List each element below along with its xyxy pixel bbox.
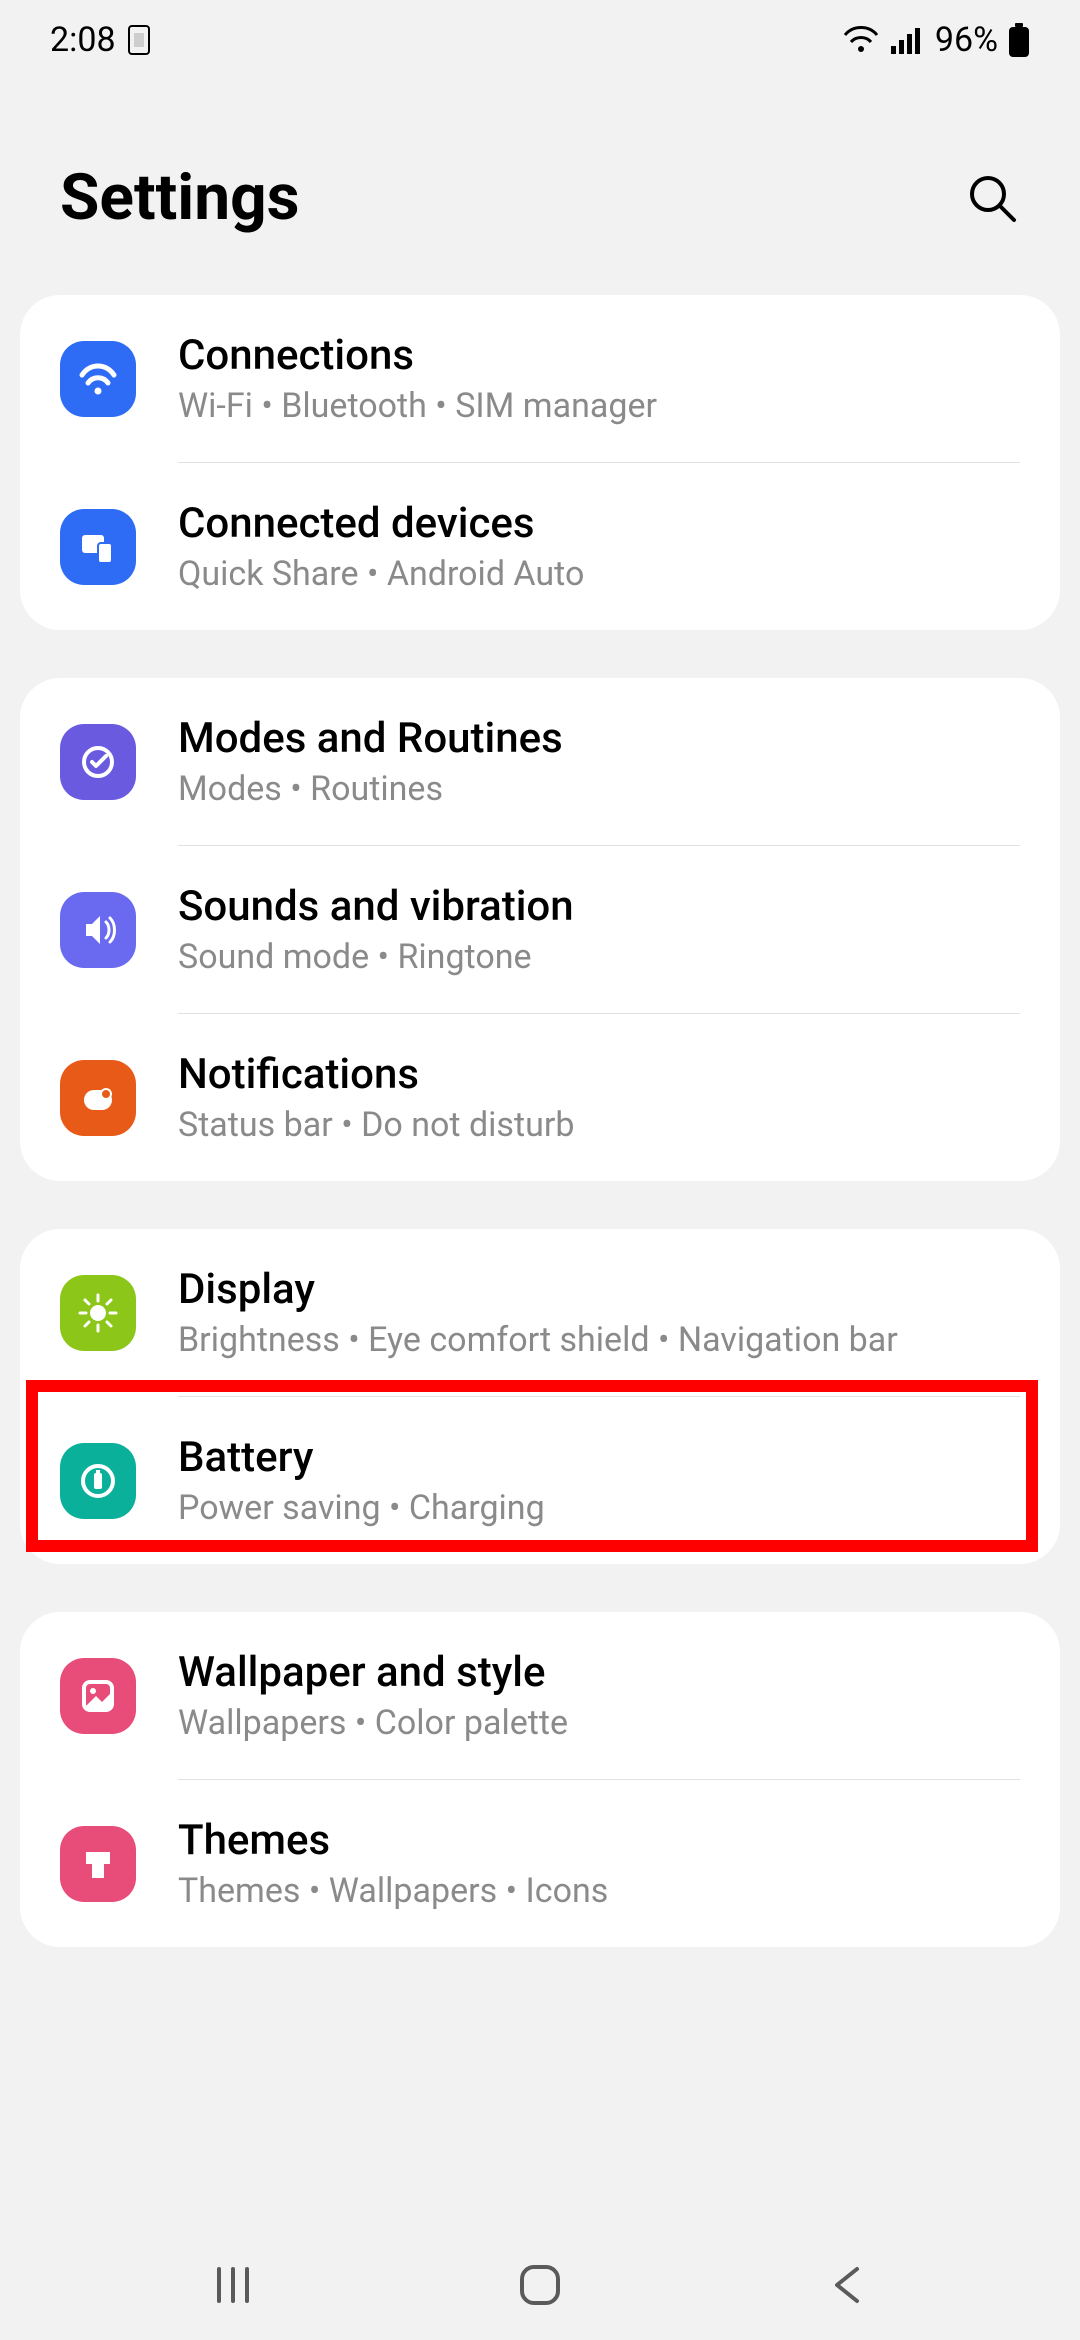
settings-item-subtitle: Themes • Wallpapers • Icons (178, 1871, 1020, 1911)
settings-item-title: Themes (178, 1816, 1020, 1865)
settings-item-battery[interactable]: Battery Power saving • Charging (20, 1397, 1060, 1564)
page-title: Settings (60, 160, 300, 235)
settings-group: Modes and Routines Modes • Routines Sounds… (20, 678, 1060, 1181)
search-button[interactable] (964, 170, 1020, 226)
recents-button[interactable] (203, 2255, 263, 2315)
settings-group: Display Brightness • Eye comfort shield •… (20, 1229, 1060, 1564)
settings-item-connected-devices[interactable]: Connected devices Quick Share • Android A… (20, 463, 1060, 630)
status-time: 2:08 (50, 20, 116, 60)
settings-item-notifications[interactable]: Notifications Status bar • Do not disturb (20, 1014, 1060, 1181)
settings-item-subtitle: Wi-Fi • Bluetooth • SIM manager (178, 386, 1020, 426)
home-button[interactable] (510, 2255, 570, 2315)
settings-item-connections[interactable]: Connections Wi-Fi • Bluetooth • SIM manag… (20, 295, 1060, 462)
notifications-icon (60, 1060, 136, 1136)
settings-item-wallpaper-style[interactable]: Wallpaper and style Wallpapers • Color pa… (20, 1612, 1060, 1779)
settings-item-title: Connections (178, 331, 1020, 380)
system-navbar (0, 2230, 1080, 2340)
connections-icon (60, 341, 136, 417)
settings-group: Wallpaper and style Wallpapers • Color pa… (20, 1612, 1060, 1947)
sounds-vibration-icon (60, 892, 136, 968)
search-icon (966, 172, 1018, 224)
themes-icon (60, 1826, 136, 1902)
connected-devices-icon (60, 509, 136, 585)
wallpaper-style-icon (60, 1658, 136, 1734)
display-icon (60, 1275, 136, 1351)
status-bar: 2:08 96% (0, 0, 1080, 80)
battery-icon (1008, 23, 1030, 57)
back-button[interactable] (817, 2255, 877, 2315)
settings-item-subtitle: Power saving • Charging (178, 1488, 1020, 1528)
settings-item-sounds-vibration[interactable]: Sounds and vibration Sound mode • Rington… (20, 846, 1060, 1013)
modes-routines-icon (60, 724, 136, 800)
settings-item-subtitle: Brightness • Eye comfort shield • Naviga… (178, 1320, 1020, 1360)
home-icon (516, 2261, 564, 2309)
settings-item-modes-routines[interactable]: Modes and Routines Modes • Routines (20, 678, 1060, 845)
sim-icon (128, 25, 150, 55)
settings-item-themes[interactable]: Themes Themes • Wallpapers • Icons (20, 1780, 1060, 1947)
settings-item-title: Notifications (178, 1050, 1020, 1099)
wifi-icon (841, 25, 881, 55)
settings-group: Connections Wi-Fi • Bluetooth • SIM manag… (20, 295, 1060, 630)
page-header: Settings (0, 80, 1080, 295)
settings-item-title: Sounds and vibration (178, 882, 1020, 931)
settings-item-title: Battery (178, 1433, 1020, 1482)
settings-item-subtitle: Wallpapers • Color palette (178, 1703, 1020, 1743)
recents-icon (211, 2263, 255, 2307)
signal-icon (891, 26, 925, 54)
battery-pct: 96% (935, 20, 998, 60)
settings-item-title: Wallpaper and style (178, 1648, 1020, 1697)
settings-item-title: Display (178, 1265, 1020, 1314)
battery-icon (60, 1443, 136, 1519)
settings-item-subtitle: Status bar • Do not disturb (178, 1105, 1020, 1145)
back-icon (827, 2263, 867, 2307)
settings-item-subtitle: Quick Share • Android Auto (178, 554, 1020, 594)
settings-item-title: Modes and Routines (178, 714, 1020, 763)
settings-item-display[interactable]: Display Brightness • Eye comfort shield •… (20, 1229, 1060, 1396)
settings-item-subtitle: Sound mode • Ringtone (178, 937, 1020, 977)
settings-item-title: Connected devices (178, 499, 1020, 548)
settings-item-subtitle: Modes • Routines (178, 769, 1020, 809)
